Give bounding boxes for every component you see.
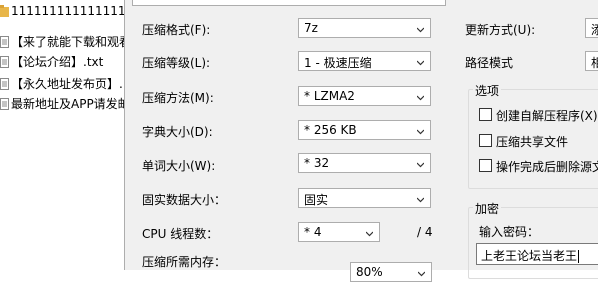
folder-icon: [0, 5, 9, 17]
word-select[interactable]: * 32: [298, 153, 431, 173]
word-label: 单词大小(W):: [142, 159, 216, 173]
path-mode-value: 相: [591, 56, 598, 70]
list-item[interactable]: 1111111111111111111: [0, 2, 130, 20]
chevron-down-icon: [417, 60, 424, 66]
list-item[interactable]: 【来了就能下载和观看: [0, 33, 130, 51]
file-list: 1111111111111111111 【来了就能下载和观看 【论坛介绍】.tx…: [0, 0, 130, 270]
chevron-down-icon: [417, 95, 424, 101]
solid-label: 固实数据大小：: [142, 193, 227, 207]
list-item[interactable]: 【论坛介绍】.txt: [0, 53, 130, 71]
file-name: 【来了就能下载和观看: [11, 35, 130, 49]
text-file-icon: [0, 98, 9, 110]
solid-value: 固实: [304, 193, 329, 207]
update-mode-select[interactable]: 添: [585, 18, 598, 38]
solid-select[interactable]: 固实: [298, 188, 431, 208]
archive-name-field[interactable]: [132, 0, 446, 6]
text-caret: [578, 250, 580, 263]
chevron-down-icon: [417, 129, 424, 135]
chevron-down-icon: [417, 197, 424, 203]
update-mode-value: 添: [591, 23, 598, 37]
password-label: 输入密码：: [479, 225, 540, 239]
password-input[interactable]: 上老王论坛当老王: [476, 243, 598, 265]
level-select[interactable]: 1 - 极速压缩: [298, 51, 431, 71]
encryption-title: 加密: [473, 200, 502, 217]
format-label: 压缩格式(F):: [142, 23, 211, 37]
chevron-down-icon: [366, 231, 373, 237]
update-mode-label: 更新方式(U):: [465, 23, 536, 37]
dict-select[interactable]: * 256 KB: [298, 120, 431, 140]
memory-value: 80%: [356, 265, 383, 279]
dict-label: 字典大小(D):: [142, 125, 213, 139]
threads-value: * 4: [304, 225, 322, 239]
method-select[interactable]: * LZMA2: [298, 86, 431, 106]
threads-select[interactable]: * 4: [298, 222, 380, 242]
level-label: 压缩等级(L):: [142, 56, 211, 70]
level-value: 1 - 极速压缩: [304, 56, 372, 70]
file-name: 1111111111111111111: [11, 4, 130, 18]
file-name: 【永久地址发布页】.: [11, 77, 123, 91]
format-value: 7z: [304, 21, 318, 35]
chevron-down-icon: [417, 27, 424, 33]
threads-max: / 4: [417, 225, 433, 239]
file-name: 最新地址及APP请发邮: [11, 97, 130, 111]
text-file-icon: [0, 56, 9, 68]
password-text: 上老王论坛当老王: [481, 249, 578, 263]
sfx-label: 创建自解压程序(X): [496, 109, 598, 123]
checkbox-box[interactable]: [479, 159, 492, 172]
format-select[interactable]: 7z: [298, 18, 431, 38]
checkbox-box[interactable]: [479, 134, 492, 147]
list-item[interactable]: 【永久地址发布页】.: [0, 75, 130, 93]
file-name: 【论坛介绍】.txt: [11, 55, 104, 69]
chevron-down-icon: [418, 271, 425, 277]
path-mode-select[interactable]: 相: [585, 51, 598, 71]
delete-after-label: 操作完成后删除源文: [496, 160, 598, 174]
password-value: 上老王论坛当老王: [481, 247, 580, 264]
chevron-down-icon: [417, 162, 424, 168]
dict-value: * 256 KB: [304, 123, 357, 137]
memory-label: 压缩所需内存：: [142, 255, 227, 269]
text-file-icon: [0, 78, 9, 90]
path-mode-label: 路径模式: [465, 56, 514, 70]
method-value: * LZMA2: [304, 89, 355, 103]
memory-select[interactable]: 80%: [350, 262, 432, 282]
shared-label: 压缩共享文件: [496, 135, 569, 149]
method-label: 压缩方法(M):: [142, 91, 214, 105]
word-value: * 32: [304, 156, 330, 170]
threads-label: CPU 线程数：: [142, 227, 219, 241]
add-to-archive-dialog: 压缩格式(F): 7z 压缩等级(L): 1 - 极速压缩 压缩方法(M): *…: [124, 0, 598, 282]
options-title: 选项: [473, 82, 502, 99]
text-file-icon: [0, 36, 9, 48]
checkbox-box[interactable]: [479, 108, 492, 121]
list-item[interactable]: 最新地址及APP请发邮: [0, 95, 130, 113]
